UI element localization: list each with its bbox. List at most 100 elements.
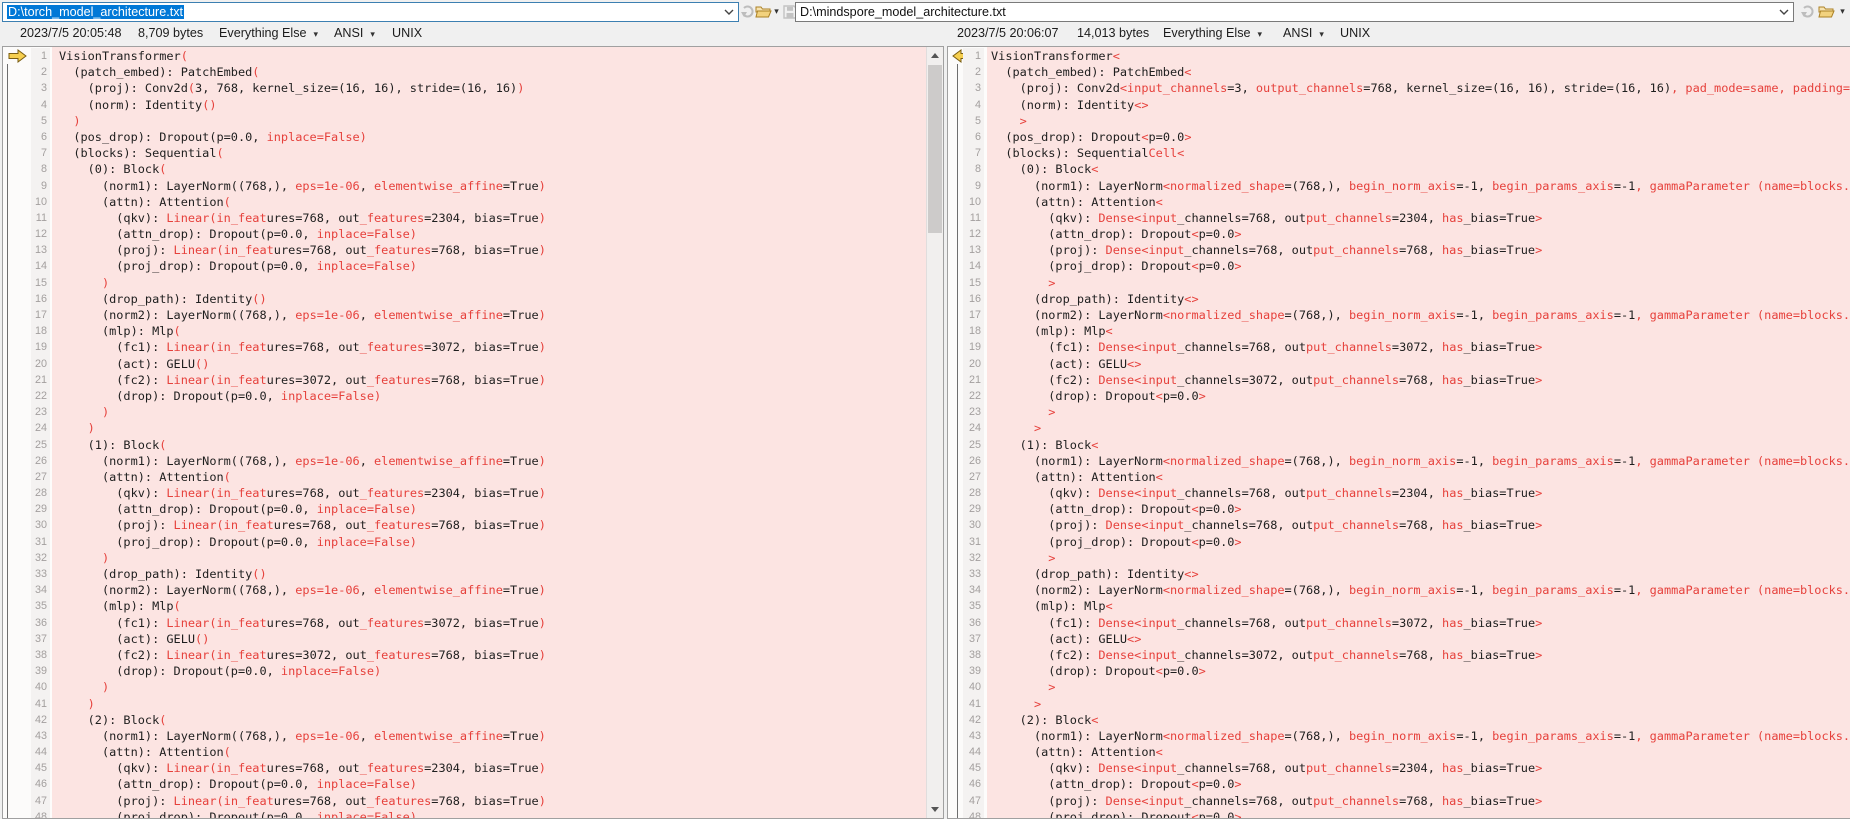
line-number: 31: [31, 534, 50, 550]
caret-down-icon: ▾: [1840, 6, 1845, 17]
code-line: (qkv): Dense<input_channels=768, output_…: [991, 760, 1850, 776]
code-line: >: [991, 275, 1850, 291]
left-path-dropdown-button[interactable]: [720, 4, 737, 20]
left-encoding-dropdown[interactable]: ANSI ▾: [334, 26, 375, 40]
code-line: (norm2): LayerNorm((768,), eps=1e-06, el…: [59, 307, 926, 323]
code-line: (drop): Dropout(p=0.0, inplace=False): [59, 663, 926, 679]
copy-section-right-arrow-icon[interactable]: [8, 49, 27, 63]
code-line: (norm1): LayerNorm<normalized_shape=(768…: [991, 178, 1850, 194]
code-line: (norm2): LayerNorm((768,), eps=1e-06, el…: [59, 582, 926, 598]
left-open-folder-button[interactable]: [755, 3, 772, 20]
code-line: (mlp): Mlp<: [991, 598, 1850, 614]
code-line: (drop_path): Identity<>: [991, 566, 1850, 582]
caret-down-icon: ▾: [774, 6, 779, 17]
code-line: (fc1): Dense<input_channels=768, output_…: [991, 615, 1850, 631]
line-number: 46: [963, 776, 984, 792]
line-number: 41: [31, 696, 50, 712]
diff-section-line: [7, 64, 8, 818]
chevron-down-icon: [1779, 9, 1789, 15]
line-number: 5: [31, 113, 50, 129]
line-number: 13: [963, 242, 984, 258]
code-line: (proj): Dense<input_channels=768, output…: [991, 793, 1850, 809]
code-line: >: [991, 113, 1850, 129]
left-file-path-combo[interactable]: D:\torch_model_architecture.txt: [2, 2, 739, 22]
code-line: (fc2): Linear(in_features=3072, out_feat…: [59, 372, 926, 388]
code-line: (drop_path): Identity<>: [991, 291, 1850, 307]
line-number: 8: [963, 161, 984, 177]
code-line: (blocks): Sequential(: [59, 145, 926, 161]
left-format-dropdown[interactable]: Everything Else ▾: [219, 26, 318, 40]
code-line: VisionTransformer<: [991, 48, 1850, 64]
right-code-area[interactable]: VisionTransformer< (patch_embed): PatchE…: [987, 47, 1850, 818]
left-editor-pane: 1234567891011121314151617181920212223242…: [2, 46, 944, 819]
code-line: (attn_drop): Dropout<p=0.0>: [991, 776, 1850, 792]
code-line: (0): Block<: [991, 161, 1850, 177]
line-number: 38: [31, 647, 50, 663]
code-line: (drop_path): Identity(): [59, 566, 926, 582]
code-line: (fc2): Linear(in_features=3072, out_feat…: [59, 647, 926, 663]
line-number: 5: [963, 113, 984, 129]
line-number: 10: [963, 194, 984, 210]
line-number: 23: [31, 404, 50, 420]
line-number: 24: [963, 420, 984, 436]
code-line: (mlp): Mlp(: [59, 323, 926, 339]
right-open-folder-button[interactable]: [1818, 3, 1835, 20]
line-number: 20: [31, 356, 50, 372]
line-number: 1: [963, 48, 984, 64]
line-number: 35: [31, 598, 50, 614]
right-encoding-dropdown[interactable]: ANSI ▾: [1283, 26, 1324, 40]
right-editor-pane: 1234567891011121314151617181920212223242…: [947, 46, 1850, 819]
line-number: 7: [31, 145, 50, 161]
right-path-dropdown-button[interactable]: [1775, 4, 1792, 20]
left-line-ending-label[interactable]: UNIX: [392, 26, 422, 40]
left-code-area[interactable]: VisionTransformer( (patch_embed): PatchE…: [52, 47, 926, 818]
line-number: 24: [31, 420, 50, 436]
right-file-path-combo[interactable]: D:\mindspore_model_architecture.txt: [795, 2, 1794, 22]
line-number: 43: [963, 728, 984, 744]
line-number: 43: [31, 728, 50, 744]
line-number: 36: [963, 615, 984, 631]
code-line: (proj): Linear(in_features=768, out_feat…: [59, 793, 926, 809]
line-number: 31: [963, 534, 984, 550]
reload-icon: [741, 5, 756, 19]
line-number: 17: [31, 307, 50, 323]
line-number: 19: [963, 339, 984, 355]
line-number: 46: [31, 776, 50, 792]
caret-down-icon: ▾: [1258, 29, 1263, 39]
code-line: (attn): Attention(: [59, 194, 926, 210]
line-number: 33: [963, 566, 984, 582]
line-number: 18: [963, 323, 984, 339]
code-line: (attn_drop): Dropout<p=0.0>: [991, 226, 1850, 242]
code-line: ): [59, 550, 926, 566]
right-line-ending-label[interactable]: UNIX: [1340, 26, 1370, 40]
line-number: 22: [31, 388, 50, 404]
code-line: (proj): Conv2d(3, 768, kernel_size=(16, …: [59, 80, 926, 96]
line-number: 48: [31, 809, 50, 819]
left-vertical-scrollbar[interactable]: [926, 47, 943, 818]
code-line: (proj_drop): Dropout(p=0.0, inplace=Fals…: [59, 534, 926, 550]
line-number: 14: [963, 258, 984, 274]
scroll-down-button[interactable]: [927, 801, 943, 818]
left-file-size: 8,709 bytes: [138, 26, 203, 40]
code-line: (proj_drop): Dropout(p=0.0, inplace=Fals…: [59, 809, 926, 818]
code-line: (attn): Attention(: [59, 469, 926, 485]
code-line: (attn): Attention(: [59, 744, 926, 760]
code-line: (qkv): Dense<input_channels=768, output_…: [991, 485, 1850, 501]
code-line: (proj_drop): Dropout(p=0.0, inplace=Fals…: [59, 258, 926, 274]
code-line: (0): Block(: [59, 161, 926, 177]
left-open-folder-menu-button[interactable]: ▾: [772, 3, 781, 20]
code-line: (fc2): Dense<input_channels=3072, output…: [991, 647, 1850, 663]
right-reload-button-disabled[interactable]: [1799, 3, 1817, 20]
code-line: (proj_drop): Dropout<p=0.0>: [991, 534, 1850, 550]
scroll-up-button[interactable]: [927, 47, 943, 64]
code-line: (mlp): Mlp<: [991, 323, 1850, 339]
code-line: (norm1): LayerNorm<normalized_shape=(768…: [991, 728, 1850, 744]
scrollbar-thumb[interactable]: [928, 65, 942, 233]
right-open-folder-menu-button[interactable]: ▾: [1838, 3, 1847, 20]
right-format-dropdown[interactable]: Everything Else ▾: [1163, 26, 1262, 40]
code-line: (patch_embed): PatchEmbed<: [991, 64, 1850, 80]
left-file-timestamp: 2023/7/5 20:05:48: [20, 26, 122, 40]
line-number: 39: [31, 663, 50, 679]
line-number: 30: [31, 517, 50, 533]
code-line: (attn_drop): Dropout(p=0.0, inplace=Fals…: [59, 226, 926, 242]
